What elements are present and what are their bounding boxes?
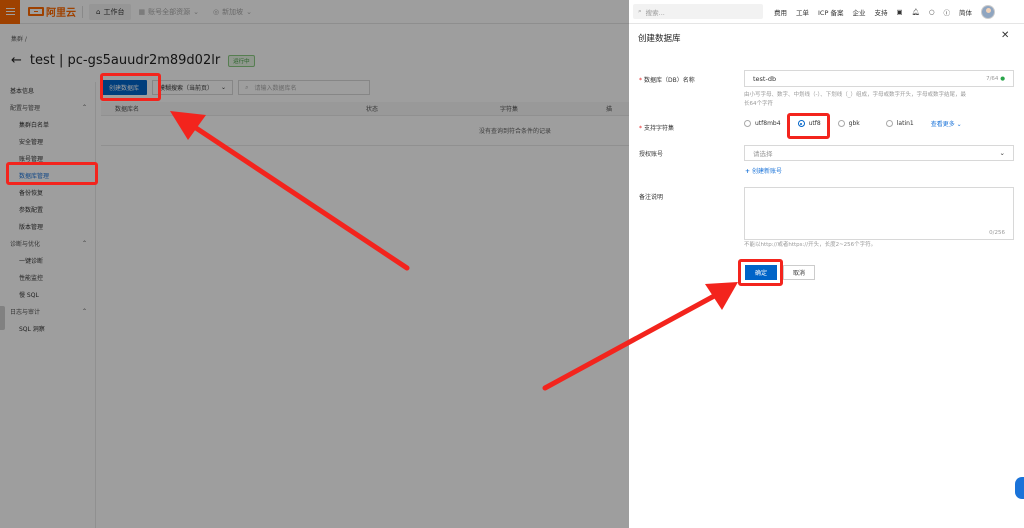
arrow-to-confirm-button <box>542 282 738 391</box>
annotation-arrows <box>170 111 738 391</box>
arrow-to-create-button <box>170 111 410 271</box>
